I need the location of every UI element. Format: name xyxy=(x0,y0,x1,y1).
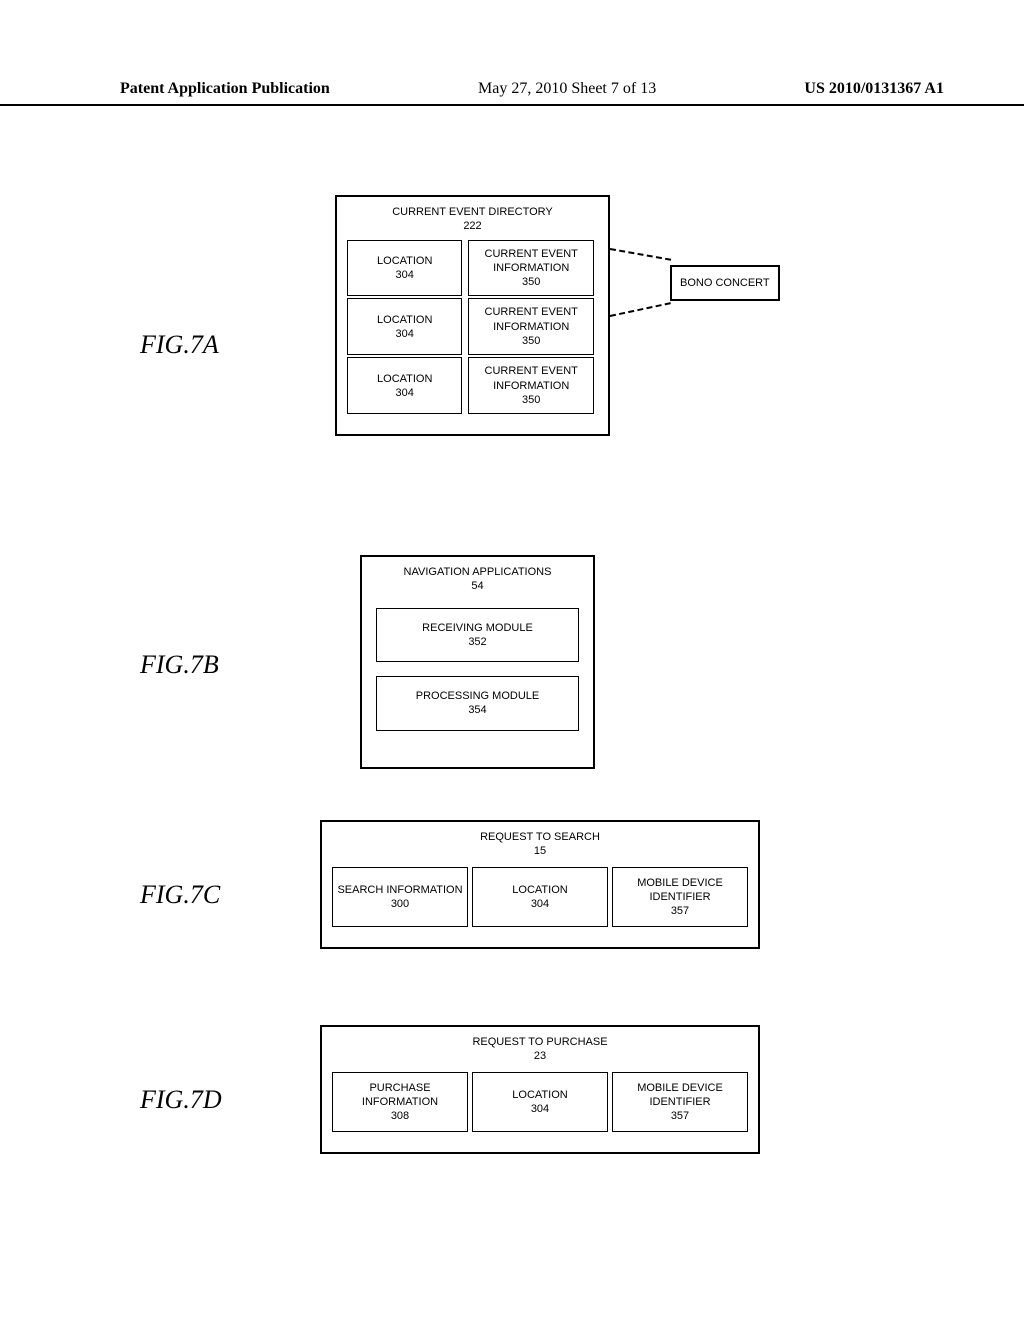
figure-7c-label: FIG.7C xyxy=(140,880,220,910)
cell-text: LOCATION304 xyxy=(377,313,432,342)
module-num: 354 xyxy=(468,704,486,716)
title-num: 15 xyxy=(534,845,546,857)
cell-text: LOCATION304 xyxy=(512,1088,567,1117)
cell-text: CURRENT EVENT INFORMATION350 xyxy=(473,247,589,290)
callout-dash-line xyxy=(610,302,671,317)
figure-7a-callout: BONO CONCERT xyxy=(670,265,780,301)
header-right: US 2010/0131367 A1 xyxy=(804,80,944,98)
event-info-cell: CURRENT EVENT INFORMATION350 xyxy=(468,357,594,414)
mobile-device-identifier-cell: MOBILE DEVICE IDENTIFIER357 xyxy=(612,867,748,928)
cell-text: CURRENT EVENT INFORMATION350 xyxy=(473,305,589,348)
figure-7a-label: FIG.7A xyxy=(140,330,219,360)
event-info-cell: CURRENT EVENT INFORMATION350 xyxy=(468,298,594,355)
cell-text: LOCATION304 xyxy=(377,254,432,283)
location-cell: LOCATION304 xyxy=(472,1072,608,1133)
header-left: Patent Application Publication xyxy=(120,80,330,98)
header-mid: May 27, 2010 Sheet 7 of 13 xyxy=(478,80,656,98)
title-num: 222 xyxy=(463,220,481,232)
figure-7a-box: CURRENT EVENT DIRECTORY 222 LOCATION304 … xyxy=(335,195,610,436)
title-text: REQUEST TO PURCHASE xyxy=(472,1036,607,1048)
cell-text: SEARCH INFORMATION300 xyxy=(337,883,462,912)
table-row: LOCATION304 CURRENT EVENT INFORMATION350 xyxy=(347,357,598,414)
table-row: LOCATION304 CURRENT EVENT INFORMATION350 xyxy=(347,298,598,355)
title-num: 54 xyxy=(471,580,483,592)
callout-dash-line xyxy=(610,248,671,261)
title-text: CURRENT EVENT DIRECTORY xyxy=(392,206,553,218)
figure-7a-title: CURRENT EVENT DIRECTORY 222 xyxy=(337,197,608,240)
location-cell: LOCATION304 xyxy=(347,240,462,297)
table-row: LOCATION304 CURRENT EVENT INFORMATION350 xyxy=(347,240,598,297)
cell-text: MOBILE DEVICE IDENTIFIER357 xyxy=(617,1081,743,1124)
title-num: 23 xyxy=(534,1050,546,1062)
cell-text: MOBILE DEVICE IDENTIFIER357 xyxy=(617,876,743,919)
location-cell: LOCATION304 xyxy=(472,867,608,928)
figure-7d-title: REQUEST TO PURCHASE 23 xyxy=(322,1027,758,1072)
title-text: NAVIGATION APPLICATIONS xyxy=(404,566,552,578)
figure-7a-rows: LOCATION304 CURRENT EVENT INFORMATION350… xyxy=(337,240,608,435)
processing-module-box: PROCESSING MODULE 354 xyxy=(376,676,579,731)
purchase-information-cell: PURCHASE INFORMATION308 xyxy=(332,1072,468,1133)
figure-7c-row: SEARCH INFORMATION300 LOCATION304 MOBILE… xyxy=(322,867,758,928)
figure-7d-box: REQUEST TO PURCHASE 23 PURCHASE INFORMAT… xyxy=(320,1025,760,1154)
location-cell: LOCATION304 xyxy=(347,357,462,414)
figure-7b-title: NAVIGATION APPLICATIONS 54 xyxy=(362,557,593,604)
cell-text: PURCHASE INFORMATION308 xyxy=(337,1081,463,1124)
figure-7d-label: FIG.7D xyxy=(140,1085,222,1115)
figure-7c-box: REQUEST TO SEARCH 15 SEARCH INFORMATION3… xyxy=(320,820,760,949)
cell-text: LOCATION304 xyxy=(377,372,432,401)
search-information-cell: SEARCH INFORMATION300 xyxy=(332,867,468,928)
figure-7b-label: FIG.7B xyxy=(140,650,219,680)
location-cell: LOCATION304 xyxy=(347,298,462,355)
cell-text: CURRENT EVENT INFORMATION350 xyxy=(473,364,589,407)
page-header: Patent Application Publication May 27, 2… xyxy=(0,80,1024,106)
figure-7c-title: REQUEST TO SEARCH 15 xyxy=(322,822,758,867)
title-text: REQUEST TO SEARCH xyxy=(480,831,600,843)
module-text: RECEIVING MODULE xyxy=(422,622,533,634)
figure-7b-box: NAVIGATION APPLICATIONS 54 RECEIVING MOD… xyxy=(360,555,595,769)
receiving-module-box: RECEIVING MODULE 352 xyxy=(376,608,579,663)
cell-text: LOCATION304 xyxy=(512,883,567,912)
module-num: 352 xyxy=(468,636,486,648)
mobile-device-identifier-cell: MOBILE DEVICE IDENTIFIER357 xyxy=(612,1072,748,1133)
figure-7d-row: PURCHASE INFORMATION308 LOCATION304 MOBI… xyxy=(322,1072,758,1133)
module-text: PROCESSING MODULE xyxy=(416,690,539,702)
event-info-cell: CURRENT EVENT INFORMATION350 xyxy=(468,240,594,297)
